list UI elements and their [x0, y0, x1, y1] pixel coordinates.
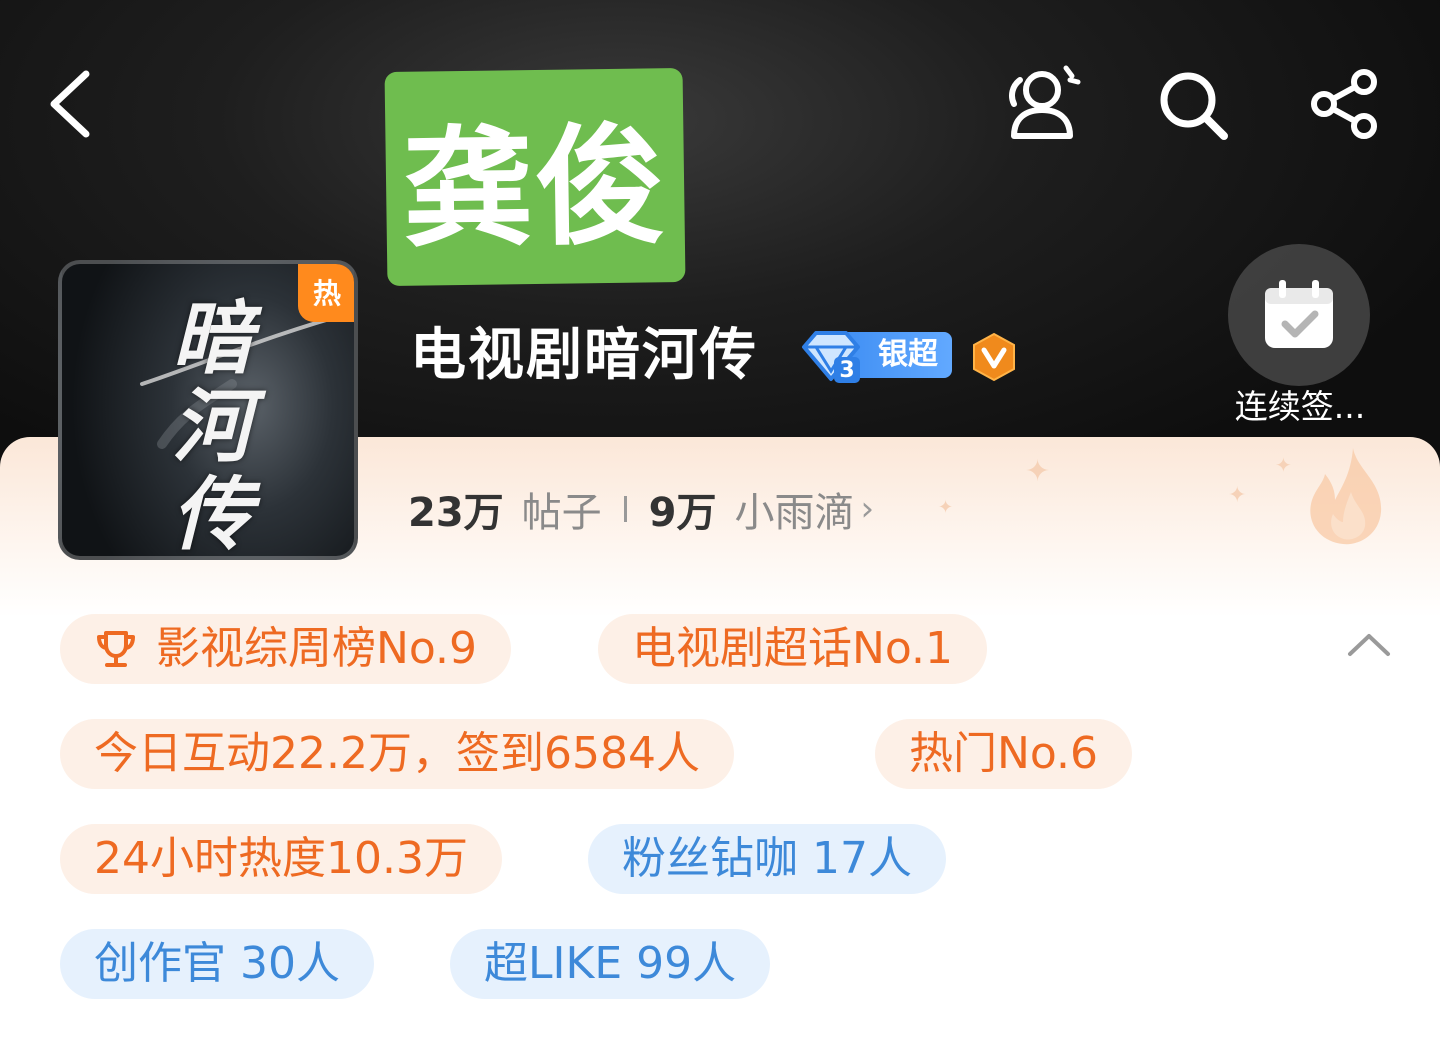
share-button[interactable] [1308, 68, 1384, 140]
name-sticker: 龚俊 [384, 67, 686, 287]
fans-count[interactable]: 9万 [649, 480, 717, 538]
tag-super-like[interactable]: 超LIKE 99人 [450, 929, 771, 999]
sparkle-decoration: ✦ [1275, 453, 1292, 477]
tag-tv-rank[interactable]: 电视剧超话No.1 [598, 614, 988, 684]
hot-badge: 热 [298, 264, 354, 322]
trophy-icon [97, 631, 135, 667]
search-button[interactable] [1156, 68, 1230, 142]
tag-hot-rank[interactable]: 热门No.6 [875, 719, 1133, 789]
tag-heat-24h-label: 24小时热度10.3万 [94, 833, 468, 884]
sparkle-decoration: ✦ [1228, 483, 1247, 508]
topic-stats: 23万 帖子 9万 小雨滴 › [408, 480, 874, 538]
v-verified-icon [973, 332, 1015, 382]
sparkle-decoration: ✦ [938, 497, 954, 518]
chevron-up-icon[interactable] [1346, 630, 1392, 660]
tag-hot-rank-label: 热门No.6 [909, 728, 1099, 779]
sparkle-decoration: ✦ [1025, 454, 1051, 489]
chevron-right-icon[interactable]: › [861, 489, 875, 529]
tag-super-like-label: 超LIKE 99人 [484, 938, 737, 989]
members-icon [1009, 65, 1081, 139]
checkin-button[interactable] [1228, 244, 1370, 386]
tag-fans-diamond[interactable]: 粉丝钻咖 17人 [588, 824, 946, 894]
diamond-tier-icon: 3 [802, 331, 860, 383]
poster-title: 暗河传 [172, 291, 252, 560]
tag-today-activity[interactable]: 今日互动22.2万，签到6584人 [60, 719, 734, 789]
back-button[interactable] [44, 68, 96, 140]
members-button[interactable] [1000, 62, 1082, 142]
posts-count: 23万 [408, 490, 504, 536]
tag-fans-diamond-label: 粉丝钻咖 17人 [622, 833, 912, 884]
share-icon [1311, 69, 1377, 139]
flame-decoration-icon [1310, 448, 1382, 545]
tier-badge[interactable]: 银超 3 [798, 327, 954, 383]
calendar-check-icon [1265, 280, 1333, 348]
topic-page: ✦ ✦ ✦ ✦ 龚俊 暗河传 热 电视剧暗河传 银超 3 连续签... 23万 … [0, 0, 1440, 1045]
tag-tv-rank-label: 电视剧超话No.1 [632, 623, 954, 674]
tag-weekly-rank[interactable]: 影视综周榜No.9 [60, 614, 512, 684]
search-icon [1160, 72, 1228, 140]
posts-label: 帖子 [521, 490, 602, 536]
chevron-left-icon [50, 70, 90, 138]
checkin-label[interactable]: 连续签... [1218, 386, 1382, 428]
topic-poster[interactable]: 暗河传 热 [58, 260, 358, 560]
fans-label[interactable]: 小雨滴 [735, 480, 855, 538]
stats-divider [623, 496, 627, 522]
tag-today-activity-label: 今日互动22.2万，签到6584人 [94, 728, 700, 779]
tag-heat-24h[interactable]: 24小时热度10.3万 [60, 824, 502, 894]
tag-creators[interactable]: 创作官 30人 [60, 929, 374, 999]
topic-title: 电视剧暗河传 [410, 323, 758, 388]
tag-creators-label: 创作官 30人 [94, 938, 340, 989]
tag-weekly-rank-label: 影视综周榜No.9 [156, 623, 478, 674]
tier-level: 3 [839, 358, 854, 383]
